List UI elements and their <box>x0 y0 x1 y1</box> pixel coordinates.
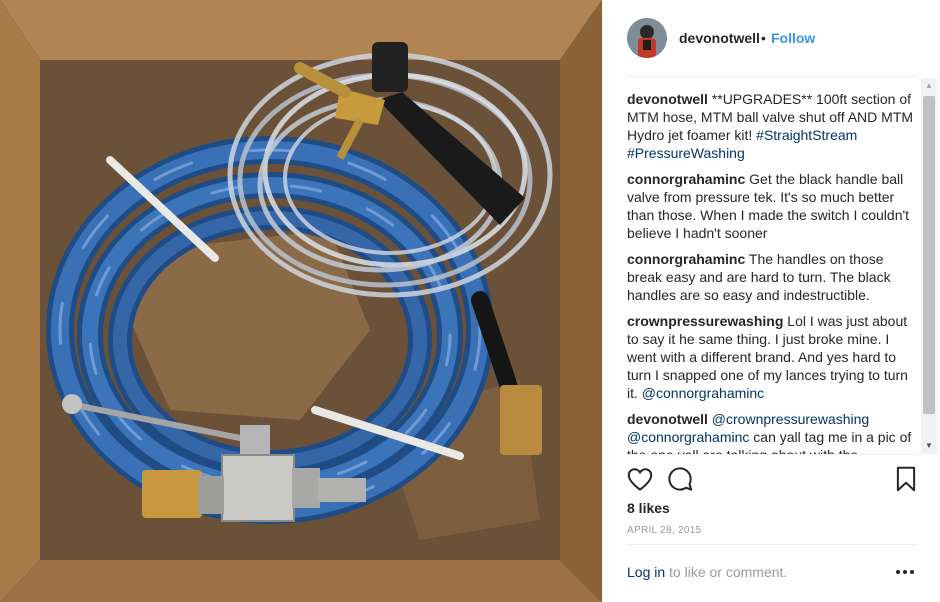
comment-item: devonotwell @crownpressurewashing @conno… <box>627 410 917 454</box>
scroll-up-arrow-icon[interactable]: ▲ <box>921 78 937 94</box>
comment-username[interactable]: crownpressurewashing <box>627 313 783 329</box>
scroll-down-arrow-icon[interactable]: ▼ <box>921 438 937 454</box>
comment-item: crownpressurewashing Lol I was just abou… <box>627 312 917 402</box>
bookmark-glyph <box>896 466 916 492</box>
comment-tag-link[interactable]: @connorgrahaminc <box>642 385 764 401</box>
more-options-icon[interactable] <box>893 562 917 582</box>
comment-item: connorgrahaminc The handles on those bre… <box>627 250 917 304</box>
comment-tag-link[interactable]: #StraightStream <box>756 127 857 143</box>
comment-item: devonotwell **UPGRADES** 100ft section o… <box>627 90 917 162</box>
actions-divider <box>627 454 917 455</box>
avatar-image <box>627 18 667 58</box>
comment-item: connorgrahaminc Get the black handle bal… <box>627 170 917 242</box>
comment-username[interactable]: connorgrahaminc <box>627 251 745 267</box>
instagram-post-modal: devonotwell • Follow devonotwell **UPGRA… <box>0 0 940 602</box>
comment-username[interactable]: devonotwell <box>627 91 708 107</box>
comments-scrollbar[interactable]: ▲ ▼ <box>921 78 937 454</box>
header-divider <box>627 76 917 77</box>
comment-glyph <box>668 467 693 491</box>
comment-username[interactable]: devonotwell <box>627 411 708 427</box>
post-photo-illustration <box>0 0 602 602</box>
comment-tag-link[interactable]: #PressureWashing <box>627 145 745 161</box>
more-options-glyph <box>896 570 914 574</box>
login-prompt-text: to like or comment. <box>665 564 788 580</box>
action-bar <box>619 460 925 500</box>
comment-tag-link[interactable]: @connorgrahaminc <box>627 429 749 445</box>
login-prompt: Log in to like or comment. <box>627 564 787 580</box>
post-date: APRIL 28, 2015 <box>627 525 702 536</box>
post-photo <box>0 0 602 602</box>
footer-divider <box>627 544 917 545</box>
avatar[interactable] <box>627 18 667 58</box>
comment-username[interactable]: connorgrahaminc <box>627 171 745 187</box>
likes-count[interactable]: 8 likes <box>627 500 670 516</box>
header-separator: • <box>761 30 766 46</box>
heart-glyph <box>627 468 653 491</box>
header-username[interactable]: devonotwell <box>679 30 760 46</box>
scroll-thumb[interactable] <box>923 96 935 414</box>
post-header: devonotwell • Follow <box>603 0 940 76</box>
bookmark-icon[interactable] <box>891 464 921 494</box>
comment-bubble-icon[interactable] <box>665 464 695 494</box>
follow-button[interactable]: Follow <box>771 30 815 46</box>
comment-tag-link[interactable]: @crownpressurewashing <box>712 411 869 427</box>
login-link[interactable]: Log in <box>627 564 665 580</box>
heart-icon[interactable] <box>625 464 655 494</box>
comments-list[interactable]: devonotwell **UPGRADES** 100ft section o… <box>627 90 917 454</box>
post-side-panel: devonotwell • Follow devonotwell **UPGRA… <box>602 0 940 602</box>
